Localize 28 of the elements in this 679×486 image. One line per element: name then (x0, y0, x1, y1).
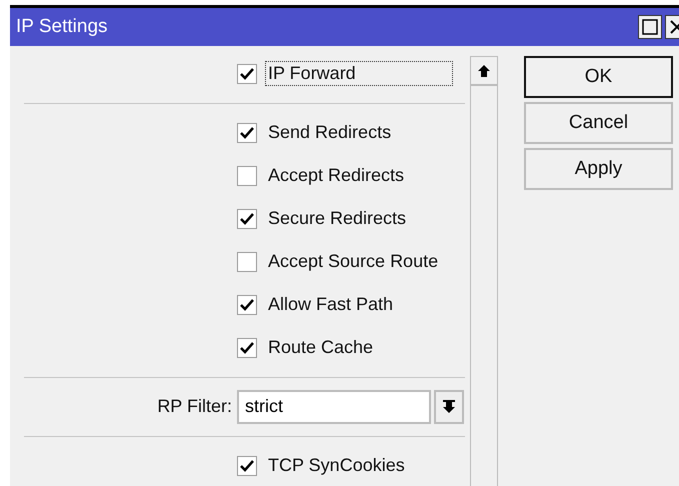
dialog-button[interactable]: OK (524, 56, 673, 98)
dropdown-button[interactable] (434, 390, 464, 424)
select-field[interactable]: strict (237, 390, 431, 424)
checkbox[interactable] (237, 456, 257, 476)
checkbox[interactable] (237, 338, 257, 358)
maximize-button[interactable] (638, 15, 662, 39)
checkbox[interactable] (237, 208, 257, 228)
dialog-button[interactable]: Apply (524, 148, 673, 190)
checkbox-label: Allow Fast Path (267, 293, 394, 316)
checkbox-label: Route Cache (267, 336, 374, 359)
checkbox[interactable] (237, 252, 257, 272)
checkbox-label: Accept Redirects (267, 164, 406, 187)
checkbox[interactable] (237, 64, 257, 84)
checkbox[interactable] (237, 122, 257, 142)
down-arrow-icon (443, 400, 455, 414)
checkbox-label: IP Forward (265, 61, 453, 86)
checkbox-label: TCP SynCookies (267, 454, 406, 477)
scrollbar[interactable] (470, 56, 498, 486)
checkbox-label: Secure Redirects (267, 207, 408, 230)
checkbox-label: Accept Source Route (267, 250, 440, 273)
field-label: RP Filter: (156, 396, 232, 417)
dialog-button[interactable]: Cancel (524, 102, 673, 144)
window-title: IP Settings (16, 16, 108, 38)
checkbox[interactable] (237, 294, 257, 314)
up-arrow-icon (478, 64, 490, 78)
checkbox[interactable] (237, 166, 257, 186)
maximize-icon (642, 19, 658, 35)
checkbox-label: Send Redirects (267, 121, 392, 144)
